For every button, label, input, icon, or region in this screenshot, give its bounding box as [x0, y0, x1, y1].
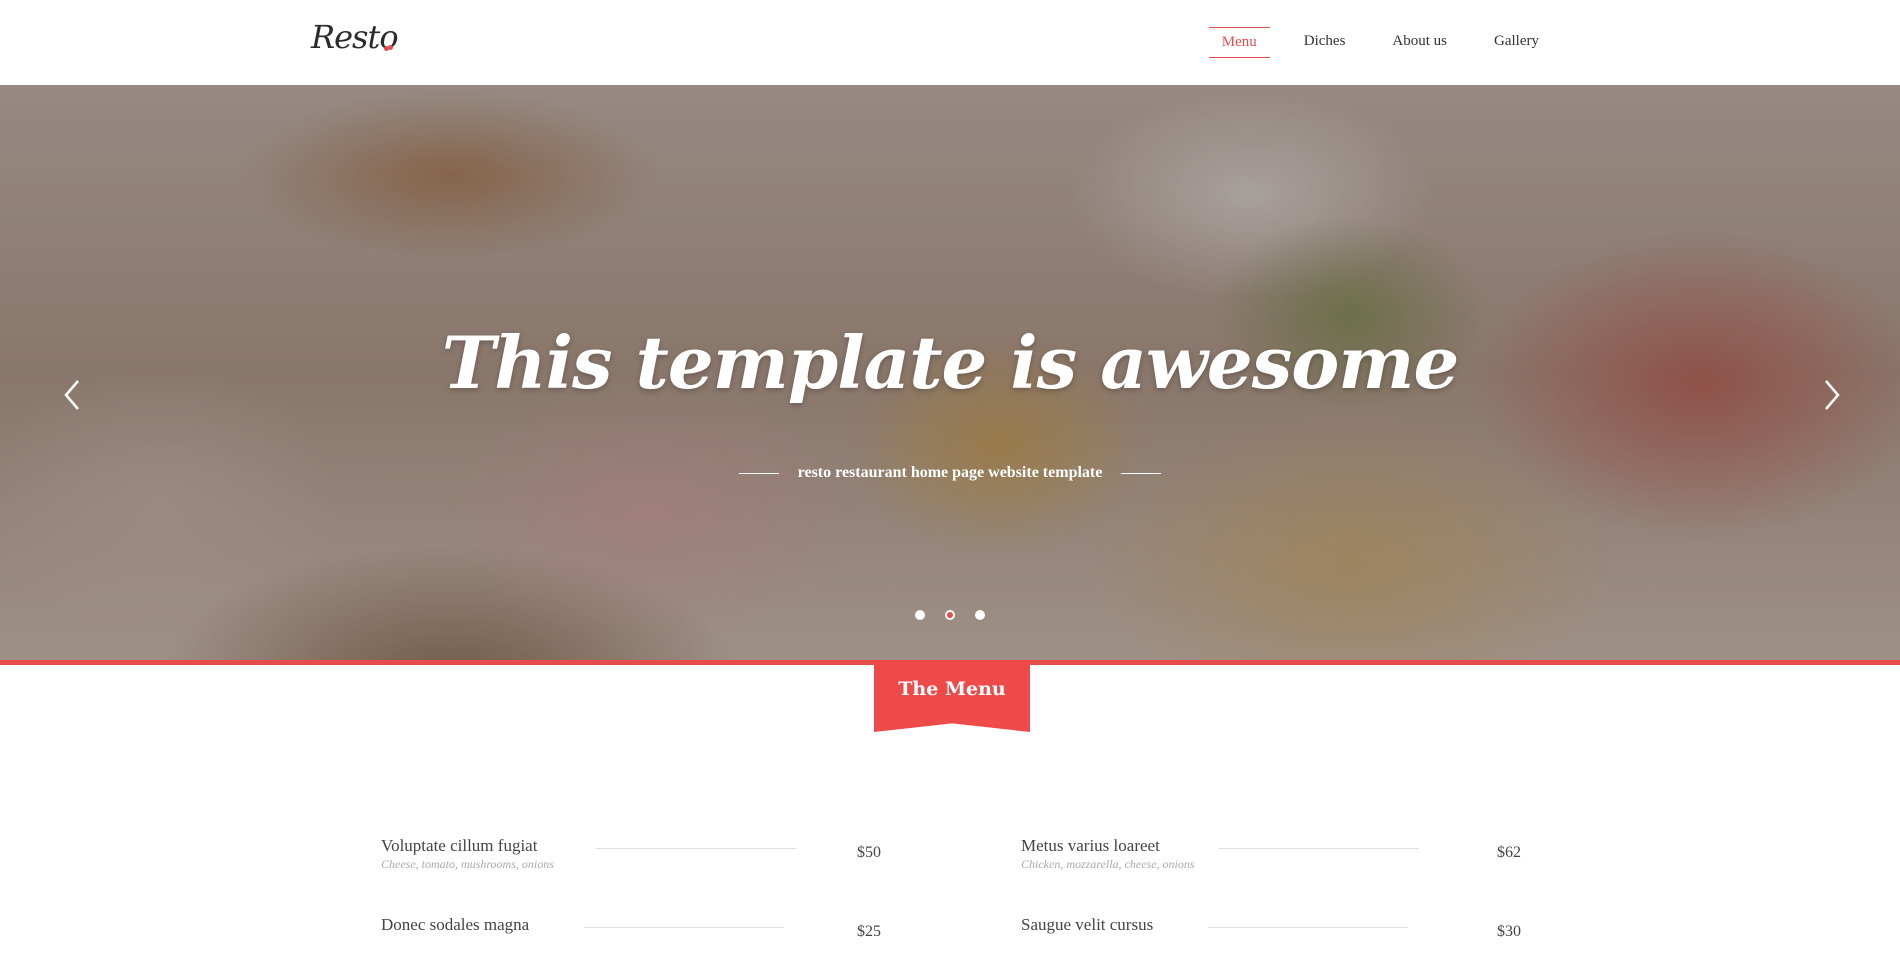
menu-ribbon: The Menu [874, 660, 1030, 732]
slide-dot-1[interactable] [915, 610, 925, 620]
menu-item-dotted-line [584, 927, 784, 928]
menu-item-desc: Chicken, mozzarella, cheese, onions [1021, 857, 1195, 871]
hero-subtitle-row: resto restaurant home page website templ… [0, 464, 1900, 482]
main-nav: Menu Diches About us Gallery [1188, 27, 1552, 58]
menu-item-dotted-line [596, 848, 796, 849]
menu-item-desc: Cheese, tomato, mushrooms, onions [381, 857, 554, 871]
menu-item: Voluptate cillum fugiat Cheese, tomato, … [381, 836, 881, 886]
section-title: The Menu [898, 678, 1006, 700]
menu-item-price: $50 [857, 844, 881, 861]
logo-accent-dots [384, 45, 394, 52]
menu-item-name: Voluptate cillum fugiat [381, 836, 538, 855]
menu-item-price: $25 [857, 923, 881, 940]
menu-item-dotted-line [1208, 927, 1408, 928]
nav-menu[interactable]: Menu [1208, 27, 1270, 58]
hero-title: This template is awesome [441, 320, 1460, 405]
slider-pagination [0, 610, 1900, 620]
hero-slider: This template is awesome resto restauran… [0, 85, 1900, 660]
nav-about-us[interactable]: About us [1379, 27, 1460, 58]
nav-diches[interactable]: Diches [1291, 27, 1359, 58]
chevron-right-icon[interactable] [1820, 375, 1842, 415]
chevron-left-icon[interactable] [62, 375, 84, 415]
divider-line [738, 472, 779, 474]
menu-item-dotted-line [1219, 848, 1419, 849]
menu-item-price: $30 [1497, 923, 1521, 940]
divider-line [1121, 472, 1162, 474]
menu-item: Metus varius loareet Chicken, mozzarella… [1021, 836, 1521, 886]
site-header: Resto Menu Diches About us Gallery [0, 0, 1900, 85]
menu-item-price: $62 [1497, 844, 1521, 861]
slide-dot-3[interactable] [975, 610, 985, 620]
menu-item-name: Donec sodales magna [381, 915, 530, 934]
nav-gallery[interactable]: Gallery [1481, 27, 1552, 58]
menu-item: Donec sodales magna $25 [381, 915, 881, 965]
hero-subtitle: resto restaurant home page website templ… [797, 464, 1103, 481]
menu-item: Saugue velit cursus $30 [1021, 915, 1521, 965]
slide-dot-2[interactable] [945, 610, 955, 620]
menu-item-name: Saugue velit cursus [1021, 915, 1154, 934]
menu-item-name: Metus varius loareet [1021, 836, 1160, 855]
